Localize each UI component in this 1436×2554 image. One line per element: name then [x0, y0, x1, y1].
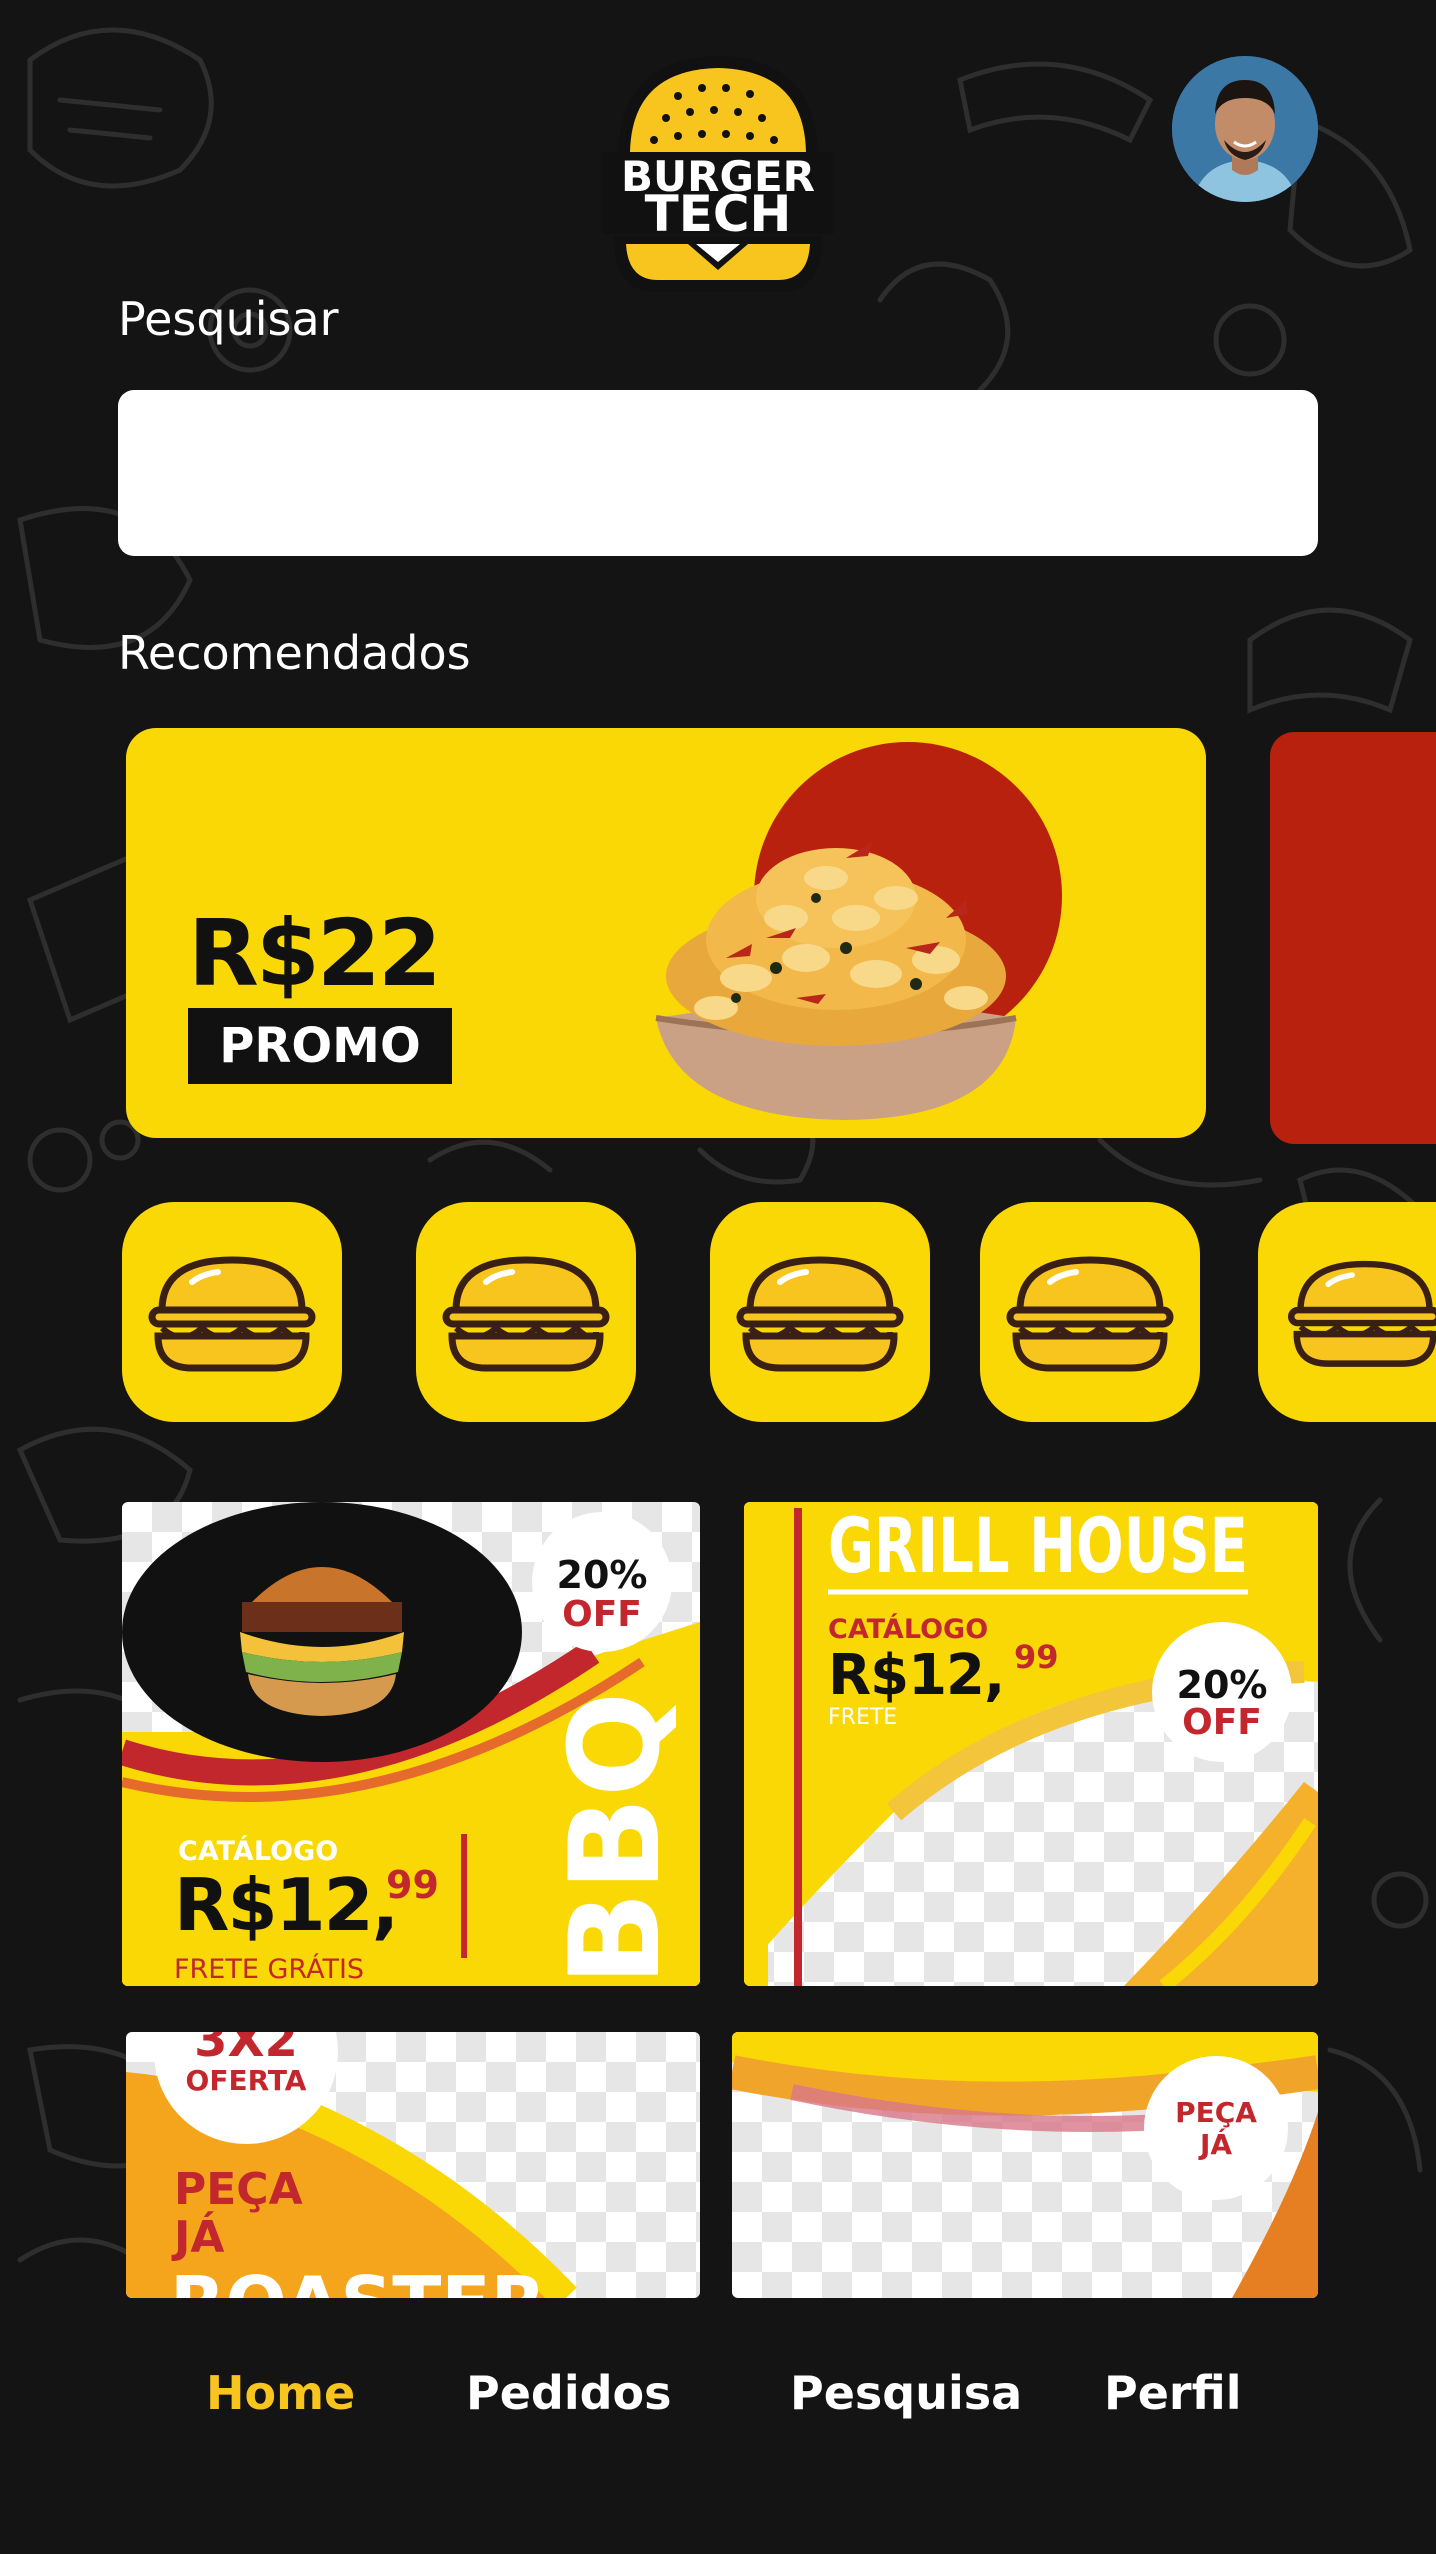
search-label: Pesquisar: [118, 292, 339, 346]
category-burger-4[interactable]: [980, 1202, 1200, 1422]
logo-text-tech: TECH: [645, 185, 792, 243]
burger-icon: [1006, 1256, 1174, 1372]
burger-icon: [148, 1256, 316, 1372]
promo-card-grill-house[interactable]: GRILL HOUSE CATÁLOGO R$12, 99 FRETE 20% …: [744, 1502, 1318, 1986]
burger-tech-logo: BURGER TECH: [598, 48, 838, 298]
promo-card-bbq[interactable]: 20% OFF CATÁLOGO R$12, 99 FRETE GRÁTIS B…: [122, 1502, 700, 1986]
nav-orders[interactable]: Pedidos: [466, 2366, 672, 2420]
recommended-label: Recomendados: [118, 626, 471, 680]
avatar[interactable]: [1172, 56, 1318, 202]
grill-title: GRILL HOUSE: [828, 1502, 1248, 1590]
roaster-deal: 3X2: [194, 2032, 298, 2068]
grill-price-cents: 99: [1014, 1638, 1059, 1676]
grill-shipping: FRETE: [828, 1705, 897, 1730]
bbq-discount: 20%: [557, 1553, 648, 1597]
banner-price: R$22: [188, 900, 442, 1007]
promo-card-roaster[interactable]: 3X2 OFERTA PEÇA JÁ ROASTER: [126, 2032, 700, 2298]
grill-catalog: CATÁLOGO: [828, 1613, 988, 1645]
promo-banner[interactable]: R$22 PROMO: [126, 728, 1206, 1138]
nav-home[interactable]: Home: [206, 2366, 355, 2420]
burger-icon: [442, 1256, 610, 1372]
peca-cta-line2: JÁ: [1198, 2127, 1232, 2161]
bbq-off: OFF: [562, 1594, 642, 1635]
promo-badge: PROMO: [188, 1008, 452, 1084]
burger-icon: [736, 1256, 904, 1372]
food-bowl-image: [655, 742, 1062, 1120]
nav-search[interactable]: Pesquisa: [790, 2366, 1022, 2420]
category-burger-1[interactable]: [122, 1202, 342, 1422]
roaster-brand: ROASTER: [170, 2261, 546, 2298]
promo-card-peca-ja[interactable]: PEÇA JÁ: [732, 2032, 1318, 2298]
burger-icon: [1287, 1260, 1436, 1367]
peca-cta-line1: PEÇA: [1175, 2096, 1257, 2129]
roaster-cta-line2: JÁ: [171, 2210, 224, 2263]
bbq-shipping: FRETE GRÁTIS: [174, 1953, 364, 1985]
next-promo-banner[interactable]: [1270, 732, 1436, 1144]
bbq-price: R$12,: [174, 1863, 397, 1947]
bottom-navigation: Home Pedidos Pesquisa Perfil: [0, 2300, 1436, 2554]
category-burger-5[interactable]: [1258, 1202, 1436, 1422]
grill-price: R$12,: [828, 1643, 1004, 1708]
search-input[interactable]: [118, 390, 1318, 556]
roaster-cta-line1: PEÇA: [174, 2164, 303, 2215]
bbq-brand: BBQ: [544, 1692, 688, 1986]
category-burger-3[interactable]: [710, 1202, 930, 1422]
grill-off: OFF: [1182, 1702, 1262, 1743]
bbq-price-cents: 99: [386, 1863, 439, 1907]
nav-profile[interactable]: Perfil: [1104, 2366, 1241, 2420]
roaster-deal-label: OFERTA: [186, 2064, 307, 2097]
category-burger-2[interactable]: [416, 1202, 636, 1422]
grill-discount: 20%: [1177, 1663, 1268, 1707]
